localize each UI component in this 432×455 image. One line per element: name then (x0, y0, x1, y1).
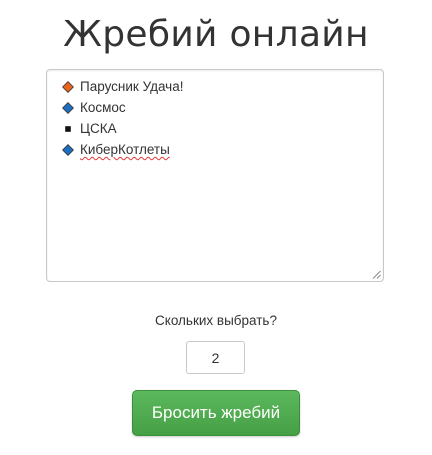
draw-lots-button[interactable]: Бросить жребий (132, 390, 300, 436)
participant-text: ЦСКА (80, 121, 117, 136)
participants-list: Парусник Удача! Космос ЦСКА КиберКотлеты (62, 76, 183, 160)
participant-line[interactable]: Космос (62, 97, 183, 118)
participant-line[interactable]: КиберКотлеты (62, 139, 183, 160)
participant-text: Парусник Удача! (80, 79, 184, 94)
participants-textarea[interactable]: Парусник Удача! Космос ЦСКА КиберКотлеты (46, 69, 384, 282)
count-label: Скольких выбрать? (155, 313, 277, 328)
page-title: Жребий онлайн (63, 14, 369, 55)
participant-line[interactable]: Парусник Удача! (62, 76, 183, 97)
blue-diamond-icon (62, 143, 74, 156)
participant-text: КиберКотлеты (80, 142, 170, 157)
blue-diamond-icon (62, 101, 74, 114)
page: Жребий онлайн Парусник Удача! Космос ЦСК… (0, 0, 432, 455)
participant-line[interactable]: ЦСКА (62, 118, 183, 139)
resize-handle-icon[interactable] (372, 270, 381, 279)
count-input[interactable] (186, 341, 245, 374)
orange-diamond-icon (62, 80, 74, 93)
participant-text: Космос (80, 100, 126, 115)
black-square-icon (62, 123, 74, 135)
